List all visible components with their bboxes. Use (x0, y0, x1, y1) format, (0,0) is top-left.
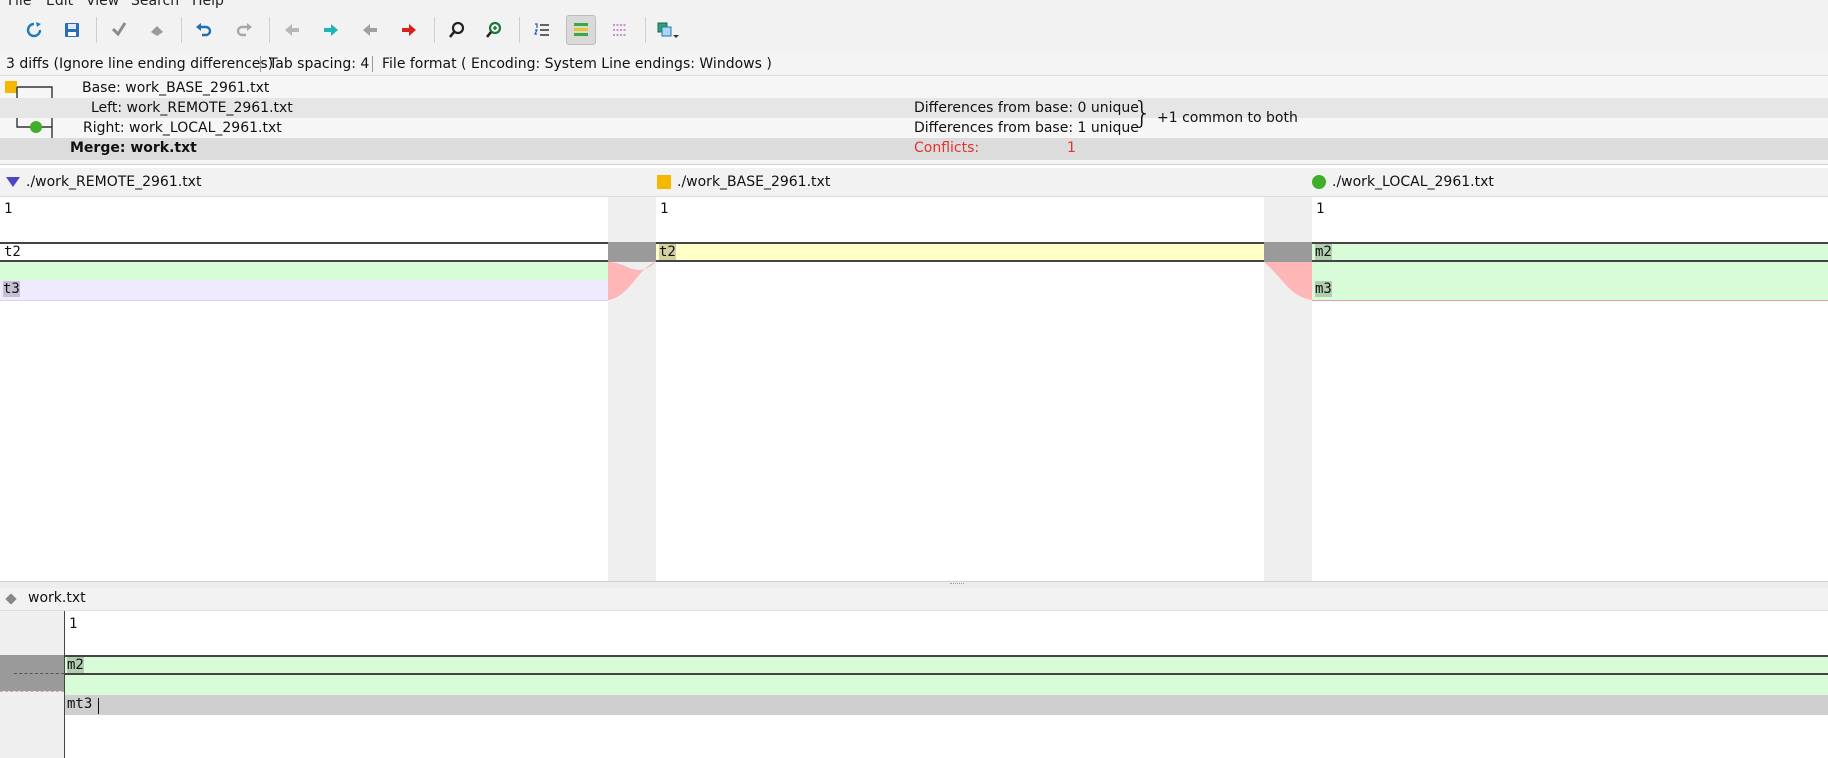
merge-info: Base: work_BASE_2961.txt Left: work_REMO… (0, 76, 1828, 165)
toolbar (0, 9, 1828, 54)
save-button[interactable] (57, 15, 87, 45)
mark-icon (111, 22, 127, 37)
whitespace-button[interactable] (605, 15, 635, 45)
show-diffs-icon (574, 23, 588, 36)
merge-gutter (0, 611, 65, 758)
base-file-label: Base: work_BASE_2961.txt (82, 80, 270, 96)
left-base-gutter (608, 197, 656, 581)
left-line-1: 1 (4, 201, 13, 217)
file-format[interactable]: File format ( Encoding: System Line endi… (382, 56, 772, 72)
left-line-4: t3 (3, 281, 20, 297)
view-mode-icon (657, 22, 679, 38)
redo-button[interactable] (229, 15, 259, 45)
conflicts-label: Conflicts: (914, 140, 980, 156)
right-line-4: m3 (1315, 281, 1332, 297)
left-diff-summary: Differences from base: 0 unique (914, 100, 1139, 116)
right-pane-path: ./work_LOCAL_2961.txt (1332, 174, 1494, 190)
left-line-2: t2 (4, 244, 21, 260)
left-file-label: Left: work_REMOTE_2961.txt (91, 100, 293, 116)
find-icon (448, 21, 465, 38)
line-numbers-button[interactable] (527, 15, 557, 45)
menubar: File Edit View Search Help (0, 0, 1828, 9)
refresh-button[interactable] (19, 15, 49, 45)
left-pane-path: ./work_REMOTE_2961.txt (26, 174, 202, 190)
pane-headers: ./work_REMOTE_2961.txt ./work_BASE_2961.… (0, 168, 1828, 197)
find-next-icon (485, 21, 502, 38)
menu-search[interactable]: Search (131, 0, 179, 9)
menu-edit[interactable]: Edit (46, 0, 73, 9)
menu-file[interactable]: File (8, 0, 31, 9)
base-right-gutter (1264, 197, 1312, 581)
right-line-2: m2 (1315, 244, 1332, 260)
line-numbers-icon (534, 23, 549, 36)
right-line-1: 1 (1316, 201, 1325, 217)
left-pane-header: ./work_REMOTE_2961.txt (6, 168, 201, 196)
find-next-button[interactable] (479, 15, 509, 45)
right-pane-header: ./work_LOCAL_2961.txt (1312, 168, 1494, 196)
base-pane[interactable]: 1 t2 (656, 197, 1264, 581)
base-line-2: t2 (659, 244, 676, 260)
base-line-1: 1 (660, 201, 669, 217)
right-file-label: Right: work_LOCAL_2961.txt (83, 120, 282, 136)
diff-count: 3 diffs (Ignore line ending differences) (6, 56, 274, 72)
merge-line-1: 1 (69, 616, 78, 632)
first-diff-button[interactable] (277, 15, 307, 45)
merge-pane-title: work.txt (28, 590, 86, 606)
right-pane[interactable]: 1 m2 m3 (1312, 197, 1828, 581)
menu-view[interactable]: View (86, 0, 119, 9)
undo-icon (196, 23, 212, 37)
text-cursor (98, 698, 99, 714)
merge-line-2: m2 (67, 657, 84, 673)
refresh-icon (26, 22, 42, 38)
merge-pane[interactable]: 1 m2 mt3 (65, 611, 1828, 758)
merge-marker-icon (5, 593, 17, 605)
base-pane-path: ./work_BASE_2961.txt (677, 174, 831, 190)
right-diff-summary: Differences from base: 1 unique (914, 120, 1139, 136)
prev-conflict-button[interactable] (355, 15, 385, 45)
merge-pane-header: work.txt (0, 588, 1828, 611)
remote-marker-icon (6, 177, 20, 187)
save-icon (65, 23, 79, 37)
next-diff-icon (324, 24, 338, 36)
merge-file-label: Merge: work.txt (70, 140, 197, 156)
base-marker-icon (657, 175, 671, 189)
unmark-button[interactable] (142, 15, 172, 45)
show-diffs-button[interactable] (566, 15, 596, 45)
unmark-icon (151, 26, 163, 36)
tab-spacing[interactable]: Tab spacing: 4 (269, 56, 369, 72)
left-pane[interactable]: 1 t2 t3 (0, 197, 608, 581)
brace-icon: } (1133, 96, 1153, 131)
first-diff-icon (285, 24, 299, 36)
common-summary: +1 common to both (1157, 110, 1298, 126)
prev-diff-icon (363, 24, 377, 36)
status-line: 3 diffs (Ignore line ending differences)… (0, 53, 1828, 76)
mark-button[interactable] (104, 15, 134, 45)
next-conflict-button[interactable] (394, 15, 424, 45)
view-mode-button[interactable] (653, 15, 683, 45)
merge-line-4: mt3 (67, 696, 93, 712)
undo-button[interactable] (189, 15, 219, 45)
conflicts-count: 1 (1067, 140, 1076, 156)
last-diff-icon (402, 24, 416, 36)
whitespace-icon (613, 24, 627, 36)
next-diff-button[interactable] (316, 15, 346, 45)
base-pane-header: ./work_BASE_2961.txt (657, 168, 830, 196)
redo-icon (236, 23, 252, 37)
local-marker-icon (1312, 175, 1326, 189)
menu-help[interactable]: Help (192, 0, 224, 9)
find-button[interactable] (442, 15, 472, 45)
